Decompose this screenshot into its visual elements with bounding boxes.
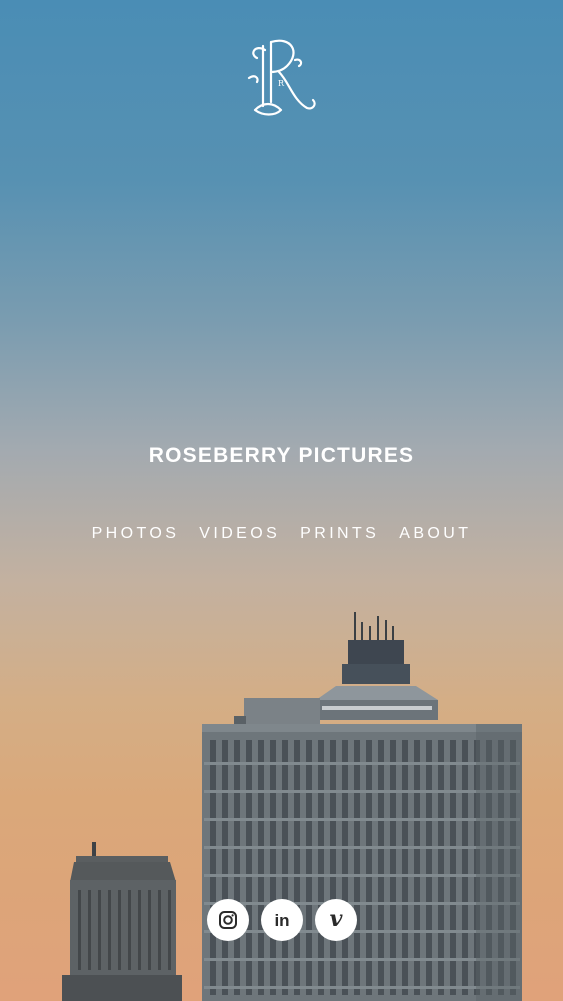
left-tower	[62, 842, 182, 1001]
nav-item-photos[interactable]: PHOTOS	[82, 525, 190, 543]
right-tower	[202, 612, 522, 1001]
hero-background: R ROSEBERRY PICTURES PHOTOS VIDEOS PRINT…	[0, 0, 563, 1001]
site-logo[interactable]: R	[235, 30, 327, 122]
site-title[interactable]: ROSEBERRY PICTURES	[0, 444, 563, 468]
main-nav: PHOTOS VIDEOS PRINTS ABOUT	[0, 525, 563, 543]
vimeo-icon: v	[329, 906, 343, 932]
instagram-button[interactable]	[207, 899, 249, 941]
skyline-illustration	[62, 612, 522, 1001]
instagram-icon	[219, 911, 237, 929]
linkedin-icon: in	[274, 910, 290, 930]
social-links: in v	[207, 899, 357, 941]
nav-item-prints[interactable]: PRINTS	[290, 525, 389, 543]
logo-letter: R	[278, 79, 285, 88]
linkedin-button[interactable]: in	[261, 899, 303, 941]
nav-item-videos[interactable]: VIDEOS	[189, 525, 290, 543]
logo-monogram-icon: R	[247, 39, 316, 116]
nav-item-about[interactable]: ABOUT	[389, 525, 481, 543]
vimeo-button[interactable]: v	[315, 899, 357, 941]
